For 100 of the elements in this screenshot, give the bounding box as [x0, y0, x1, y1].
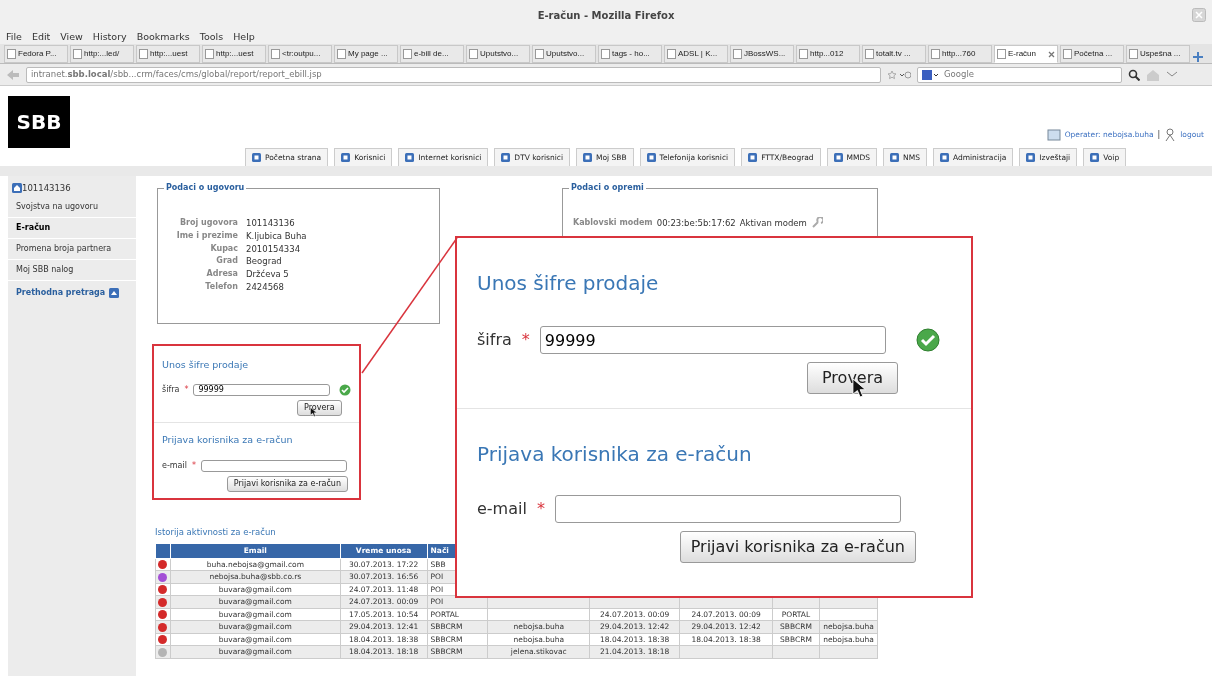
menu-item[interactable]: Bookmarks — [136, 29, 190, 45]
browser-tab[interactable]: Uputstvo... — [466, 45, 530, 63]
browser-tab[interactable]: JBossWS... — [730, 45, 794, 63]
tile-icon — [748, 153, 758, 162]
browser-tab[interactable]: E-račun — [994, 45, 1058, 63]
back-arrow-icon[interactable] — [6, 68, 20, 81]
email-field[interactable] — [554, 495, 901, 523]
sidebar-item[interactable]: Svojstva na ugovoru — [8, 196, 136, 218]
home-icon — [12, 183, 22, 194]
browser-tab[interactable]: http:...led/ — [70, 45, 134, 63]
page-icon — [205, 49, 214, 59]
page-icon — [997, 49, 1006, 59]
modem-status: Aktivan modem — [739, 217, 807, 230]
form-heading: Unos šifre prodaje — [477, 270, 660, 297]
form-heading: Unos šifre prodaje — [162, 358, 250, 372]
email-field[interactable] — [200, 459, 347, 472]
code-field[interactable]: 99999 — [193, 384, 330, 397]
field-label: Kablovski modem — [573, 217, 653, 230]
field-value: 2010154334 — [246, 242, 301, 256]
address-bar[interactable]: intranet.sbb.local/sbb...crm/faces/cms/global/report/report_ebill.jsp — [26, 66, 881, 83]
check-button[interactable]: Provera — [297, 400, 342, 417]
field-value: Beograd — [246, 255, 282, 268]
menu-item[interactable]: View — [60, 29, 83, 45]
tile-icon — [252, 153, 261, 162]
menu-item[interactable]: Help — [233, 29, 255, 45]
required-mark: * — [184, 384, 189, 397]
separator: | — [1157, 129, 1161, 141]
sidebar-item[interactable]: E-račun — [8, 217, 136, 239]
bookmark-star-icon[interactable] — [887, 69, 911, 80]
form-heading: Prijava korisnika za e-račun — [477, 441, 753, 468]
field-label: Telefon — [204, 280, 238, 293]
menu-item[interactable]: Tools — [199, 29, 224, 45]
window-title: E-račun - Mozilla Firefox — [537, 8, 675, 23]
browser-tab[interactable]: ADSL | K... — [664, 45, 728, 63]
close-icon[interactable] — [1048, 50, 1055, 58]
field-label: e-mail — [477, 498, 527, 520]
page-icon — [601, 49, 610, 59]
panel-title: Podaci o ugovoru — [164, 182, 247, 194]
search-icon[interactable] — [1128, 68, 1140, 81]
menu-item[interactable]: File — [6, 29, 22, 45]
browser-tab[interactable]: http:...uest — [202, 45, 266, 63]
user-card-icon — [1046, 129, 1061, 141]
register-button[interactable]: Prijavi korisnika za e-račun — [679, 531, 916, 563]
browser-tab[interactable]: http...012 — [796, 45, 860, 63]
page-icon — [865, 49, 874, 59]
required-mark: * — [536, 498, 545, 520]
menu-item[interactable]: History — [92, 29, 127, 45]
page-icon — [337, 49, 346, 59]
logo: SBB — [8, 96, 70, 148]
back-link[interactable]: Prethodna pretraga — [16, 286, 106, 299]
check-button[interactable]: Provera — [807, 362, 899, 394]
register-button[interactable]: Prijavi korisnika za e-račun — [226, 475, 348, 492]
browser-tab[interactable]: totalt.tv ... — [862, 45, 926, 63]
field-value: 101143136 — [246, 217, 295, 230]
tile-icon — [501, 153, 511, 162]
form-heading: Prijava korisnika za e-račun — [162, 433, 294, 448]
tile-icon — [939, 153, 949, 162]
tile-icon — [833, 153, 843, 162]
browser-tab[interactable]: Uspešna ... — [1126, 45, 1190, 63]
account-number: 101143136 — [22, 182, 71, 195]
field-label: Kupac — [209, 242, 238, 255]
browser-tab[interactable]: My page ... — [334, 45, 398, 63]
field-label: šifra — [162, 384, 180, 397]
page-icon — [1063, 49, 1072, 59]
field-label: Grad — [215, 255, 238, 268]
search-field[interactable]: Google — [917, 66, 1122, 83]
field-label: Adresa — [205, 268, 238, 280]
tile-icon — [341, 153, 351, 162]
up-arrow-icon[interactable] — [109, 287, 120, 298]
person-icon — [1164, 128, 1177, 142]
page-icon — [403, 49, 412, 59]
close-icon[interactable] — [1192, 8, 1206, 22]
field-label: šifra — [477, 329, 512, 351]
field-value: 2424568 — [246, 280, 284, 294]
menu-item[interactable]: Edit — [31, 29, 51, 45]
search-engine-icon[interactable] — [922, 69, 940, 80]
tile-icon — [583, 153, 592, 162]
page-icon — [733, 49, 742, 59]
tile-icon — [646, 153, 656, 162]
browser-tab[interactable]: Fedora P... — [4, 45, 68, 63]
page-icon — [139, 49, 148, 59]
browser-tab[interactable]: e-bill de... — [400, 45, 464, 63]
plus-icon[interactable] — [1192, 51, 1204, 63]
panel-title: Podaci o opremi — [569, 182, 646, 194]
browser-tab[interactable]: http:...uest — [136, 45, 200, 63]
browser-tab[interactable]: http...760 — [928, 45, 992, 63]
browser-tab[interactable]: tags - ho... — [598, 45, 662, 63]
code-field[interactable]: 99999 — [539, 326, 886, 354]
browser-tab[interactable]: Početna ... — [1060, 45, 1124, 63]
page-icon — [931, 49, 940, 59]
page-icon — [667, 49, 676, 59]
sidebar-item[interactable]: Moj SBB nalog — [8, 259, 136, 281]
page-icon — [799, 49, 808, 59]
wrench-icon[interactable] — [810, 217, 823, 230]
sidebar-item[interactable]: Promena broja partnera — [8, 238, 136, 260]
browser-tab[interactable]: Uputstvo... — [532, 45, 596, 63]
tile-icon — [1026, 153, 1036, 162]
browser-tab[interactable]: <tr:outpu... — [268, 45, 332, 63]
section-title: Istorija aktivnosti za e-račun — [155, 525, 277, 539]
field-value: Držćeva 5 — [246, 268, 289, 281]
